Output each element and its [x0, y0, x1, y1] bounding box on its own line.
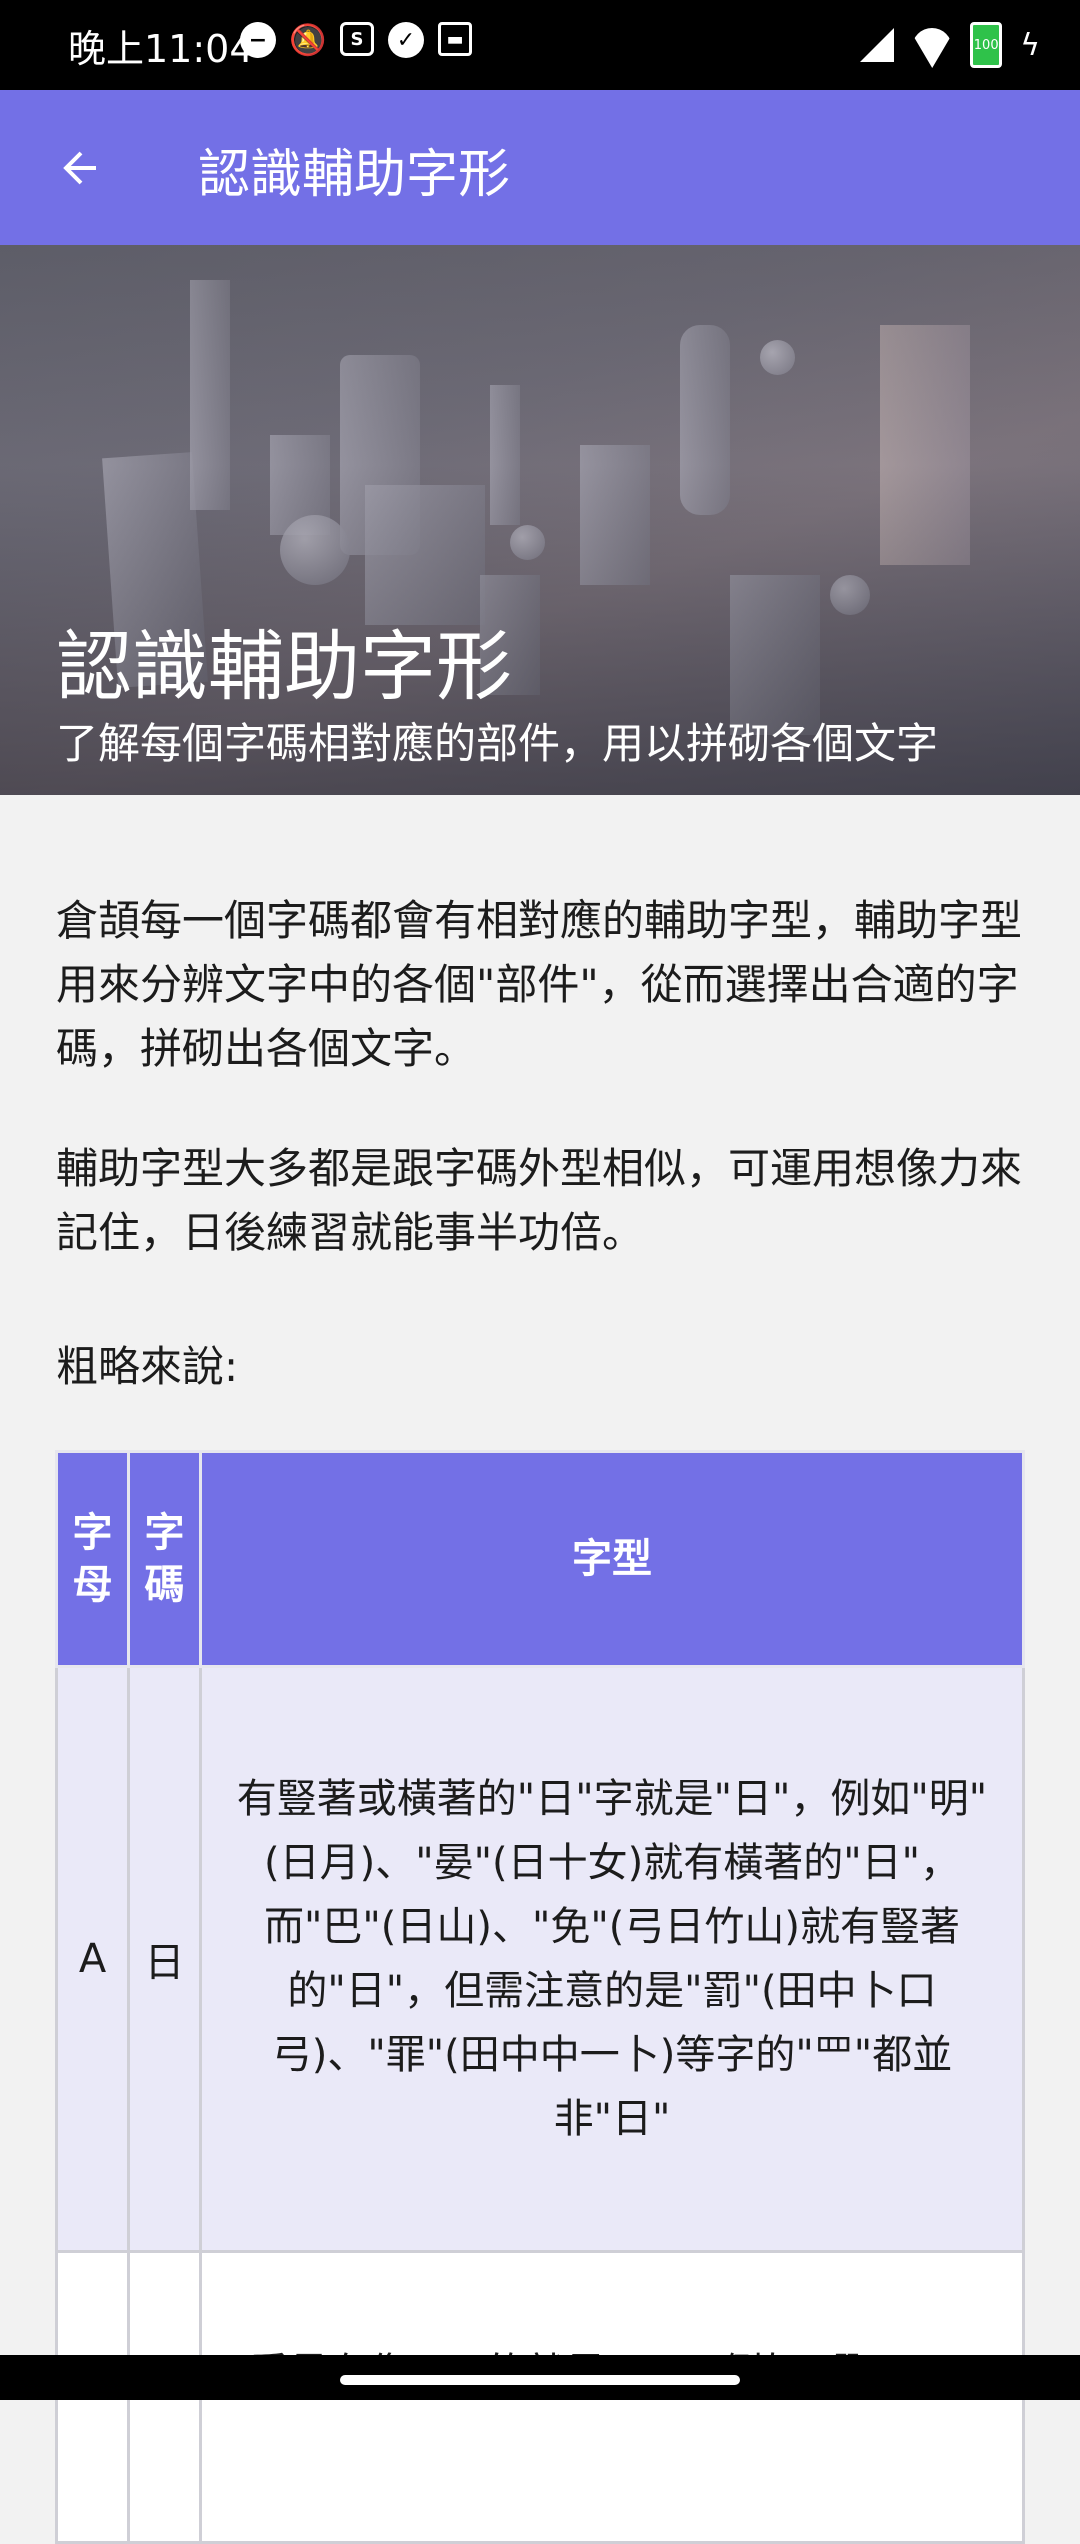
header-letter: 字母 [55, 1450, 130, 1668]
hero-banner: 認識輔助字形 了解每個字碼相對應的部件，用以拼砌各個文字 [0, 245, 1080, 795]
charging-icon: ϟ [1020, 27, 1040, 63]
article-body: 倉頡每一個字碼都會有相對應的輔助字型，輔助字型用來分辨文字中的各個"部件"，從而… [56, 795, 1024, 1395]
dnd-icon: − [240, 22, 276, 58]
arrow-back-icon [63, 151, 96, 185]
paragraph-tip: 輔助字型大多都是跟字碼外型相似，可運用想像力來記住，日後練習就能事半功倍。 [56, 1144, 1023, 1257]
cell-shape: 有豎著或橫著的"日"字就是"日"，例如"明"(日月)、"晏"(日十女)就有橫著的… [199, 1665, 1025, 2253]
wifi-icon [912, 28, 952, 62]
section-label: 粗略來說: [56, 1342, 239, 1391]
check-icon: ✓ [388, 22, 424, 58]
header-shape: 字型 [199, 1450, 1025, 1668]
paragraph-intro: 倉頡每一個字碼都會有相對應的輔助字型，輔助字型用來分辨文字中的各個"部件"，從而… [56, 896, 1023, 1073]
app-bar-title: 認識輔助字形 [198, 146, 511, 204]
cell-letter: A [55, 1665, 130, 2253]
sim-icon: S [340, 22, 374, 56]
mute-icon: 🔕 [289, 22, 327, 58]
hero-subtitle: 了解每個字碼相對應的部件，用以拼砌各個文字 [56, 719, 939, 768]
cell-code: 日 [127, 1665, 202, 2253]
battery-icon: 100 [970, 22, 1003, 68]
home-gesture-handle[interactable] [340, 2375, 740, 2385]
battery-level: 100 [973, 38, 999, 53]
app-bar: 認識輔助字形 [0, 90, 1080, 245]
signal-icon [860, 28, 895, 62]
table-row: A 日 有豎著或橫著的"日"字就是"日"，例如"明"(日月)、"晏"(日十女)就… [55, 1665, 1025, 2253]
hero-title: 認識輔助字形 [56, 625, 512, 710]
table-header-row: 字母 字碼 字型 [55, 1450, 1025, 1668]
status-time: 晚上11:04 [68, 27, 254, 71]
header-code: 字碼 [127, 1450, 202, 1668]
status-bar: 晚上11:04 − 🔕 S ✓ ▬ 100 ϟ [0, 0, 1080, 90]
notification-icon: ▬ [438, 22, 472, 56]
back-button[interactable] [40, 128, 120, 208]
